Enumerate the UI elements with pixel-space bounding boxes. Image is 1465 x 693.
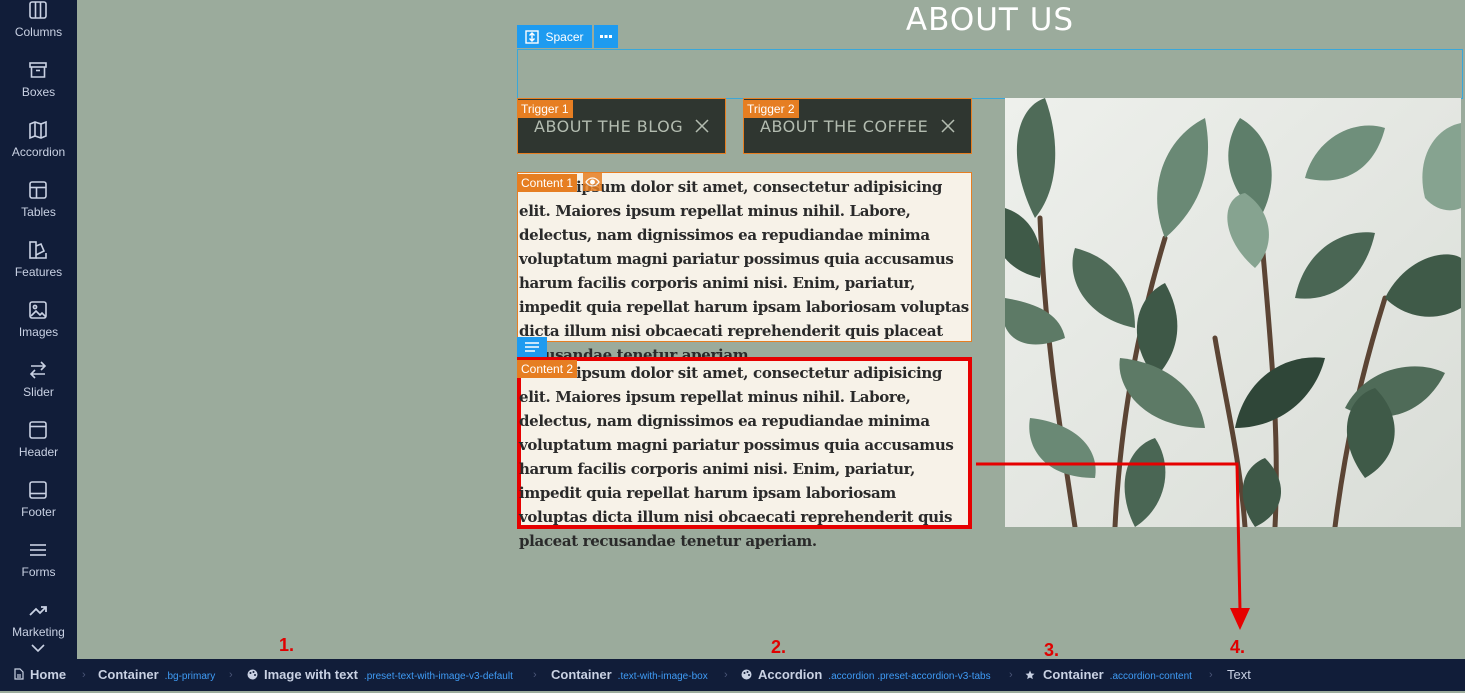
annotation-number-4: 4. bbox=[1230, 637, 1246, 657]
breadcrumb-label: Home bbox=[30, 667, 67, 682]
sidebar-item-slider[interactable]: Slider bbox=[0, 356, 77, 416]
sidebar-item-label: Slider bbox=[23, 385, 54, 399]
trending-up-icon bbox=[29, 606, 47, 616]
table-icon bbox=[29, 181, 47, 199]
annotation-number-1: 1. bbox=[279, 635, 295, 655]
sidebar-item-tables[interactable]: Tables bbox=[0, 176, 77, 236]
palette-icon bbox=[247, 669, 258, 680]
content-1-tag: Content 1 bbox=[517, 174, 578, 192]
breadcrumb-label: Text bbox=[1227, 667, 1251, 682]
page-icon bbox=[14, 668, 24, 680]
close-icon[interactable] bbox=[695, 119, 709, 133]
spacer-toolbar: Spacer bbox=[517, 25, 618, 48]
chevron-right-icon: › bbox=[533, 669, 537, 681]
trigger-label: ABOUT THE BLOG bbox=[534, 117, 684, 136]
breadcrumb-item-text[interactable]: Text bbox=[1227, 659, 1251, 691]
sidebar-item-label: Columns bbox=[14, 25, 63, 39]
breadcrumb-item-image-with-text[interactable]: Image with text .preset-text-with-image-v… bbox=[247, 659, 513, 691]
accordion-content-1[interactable]: Lorem ipsum dolor sit amet, consectetur … bbox=[517, 172, 972, 364]
sidebar-item-label: Tables bbox=[21, 205, 56, 219]
breadcrumb-item-container-box[interactable]: Container .text-with-image-box bbox=[551, 659, 708, 691]
breadcrumb-label: Container bbox=[98, 667, 159, 682]
more-options-button[interactable] bbox=[594, 25, 618, 48]
chevron-right-icon: › bbox=[1209, 669, 1213, 681]
breadcrumb-item-home[interactable]: Home bbox=[14, 659, 66, 691]
breadcrumb-item-accordion[interactable]: Accordion .accordion .preset-accordion-v3… bbox=[741, 659, 991, 691]
breadcrumb-class: .preset-text-with-image-v3-default bbox=[363, 671, 513, 682]
sidebar-item-label: Features bbox=[14, 265, 63, 279]
trigger-label: ABOUT THE COFFEE bbox=[760, 117, 929, 136]
visibility-toggle[interactable] bbox=[583, 173, 602, 191]
palette-icon bbox=[741, 669, 752, 680]
sidebar-item-label: Footer bbox=[21, 505, 56, 519]
chevron-right-icon: › bbox=[229, 669, 233, 681]
list-lines-icon bbox=[30, 544, 46, 556]
sidebar-item-label: Boxes bbox=[21, 85, 56, 99]
breadcrumb-class: .text-with-image-box bbox=[617, 671, 708, 682]
star-icon bbox=[1025, 670, 1035, 680]
spacer-icon bbox=[525, 29, 540, 44]
chevron-right-icon: › bbox=[724, 669, 728, 681]
text-block-handle[interactable] bbox=[517, 337, 547, 357]
plant-image[interactable] bbox=[1005, 98, 1461, 527]
sidebar: Columns Boxes Accordion Tables Features … bbox=[0, 0, 77, 659]
sidebar-item-label: Marketing bbox=[12, 625, 65, 639]
sidebar-item-accordion[interactable]: Accordion bbox=[0, 116, 77, 176]
content-text[interactable]: Lorem ipsum dolor sit amet, consectetur … bbox=[518, 175, 971, 367]
annotation-number-3: 3. bbox=[1044, 640, 1060, 660]
spacer-block[interactable] bbox=[517, 49, 1463, 99]
sidebar-item-label: Forms bbox=[21, 565, 56, 579]
map-fold-icon bbox=[29, 120, 47, 140]
close-icon[interactable] bbox=[941, 119, 955, 133]
sidebar-item-images[interactable]: Images bbox=[0, 296, 77, 356]
breadcrumb-class: .bg-primary bbox=[164, 671, 216, 682]
breadcrumb-label: Container bbox=[551, 667, 612, 682]
trigger-1-tag: Trigger 1 bbox=[517, 100, 573, 118]
sidebar-item-label: Header bbox=[18, 445, 59, 459]
chevron-down-icon[interactable] bbox=[30, 641, 46, 655]
header-icon bbox=[29, 421, 47, 439]
sidebar-item-label: Accordion bbox=[11, 145, 66, 159]
accordion-content-2[interactable]: Lorem ipsum dolor sit amet, consectetur … bbox=[517, 357, 972, 550]
more-horizontal-icon bbox=[600, 34, 612, 38]
breadcrumb-class: .accordion .preset-accordion-v3-tabs bbox=[828, 671, 991, 682]
sidebar-item-header[interactable]: Header bbox=[0, 416, 77, 476]
image-icon bbox=[29, 301, 47, 319]
arrows-swap-icon bbox=[29, 361, 47, 379]
sidebar-item-label: Images bbox=[18, 325, 59, 339]
sidebar-item-boxes[interactable]: Boxes bbox=[0, 56, 77, 116]
plant-illustration bbox=[1005, 98, 1461, 527]
breadcrumb-item-container[interactable]: Container .bg-primary bbox=[98, 659, 215, 691]
content-2-tag: Content 2 bbox=[517, 360, 578, 378]
archive-box-icon bbox=[29, 62, 47, 78]
sidebar-item-columns[interactable]: Columns bbox=[0, 0, 77, 56]
footer-icon bbox=[29, 481, 47, 499]
breadcrumb-label: Accordion bbox=[758, 667, 823, 682]
annotation-number-2: 2. bbox=[771, 637, 787, 657]
features-icon bbox=[29, 241, 47, 259]
text-align-icon bbox=[525, 342, 539, 352]
columns-icon bbox=[29, 1, 47, 19]
breadcrumb-item-accordion-content[interactable]: Container .accordion-content bbox=[1025, 659, 1192, 691]
chevron-right-icon: › bbox=[1009, 669, 1013, 681]
trigger-2-tag: Trigger 2 bbox=[743, 100, 799, 118]
breadcrumb-label: Image with text bbox=[264, 667, 358, 682]
content-text[interactable]: Lorem ipsum dolor sit amet, consectetur … bbox=[518, 361, 968, 553]
breadcrumb-class: .accordion-content bbox=[1109, 671, 1192, 682]
breadcrumb: Home › Container .bg-primary › Image with… bbox=[0, 659, 1465, 691]
breadcrumb-label: Container bbox=[1043, 667, 1104, 682]
page-title: ABOUT US bbox=[905, 2, 1075, 38]
eye-icon bbox=[585, 177, 600, 187]
sidebar-item-footer[interactable]: Footer bbox=[0, 476, 77, 536]
sidebar-item-features[interactable]: Features bbox=[0, 236, 77, 296]
chevron-right-icon: › bbox=[82, 669, 86, 681]
spacer-label: Spacer bbox=[545, 29, 584, 44]
spacer-button[interactable]: Spacer bbox=[517, 25, 592, 48]
sidebar-item-forms[interactable]: Forms bbox=[0, 536, 77, 596]
